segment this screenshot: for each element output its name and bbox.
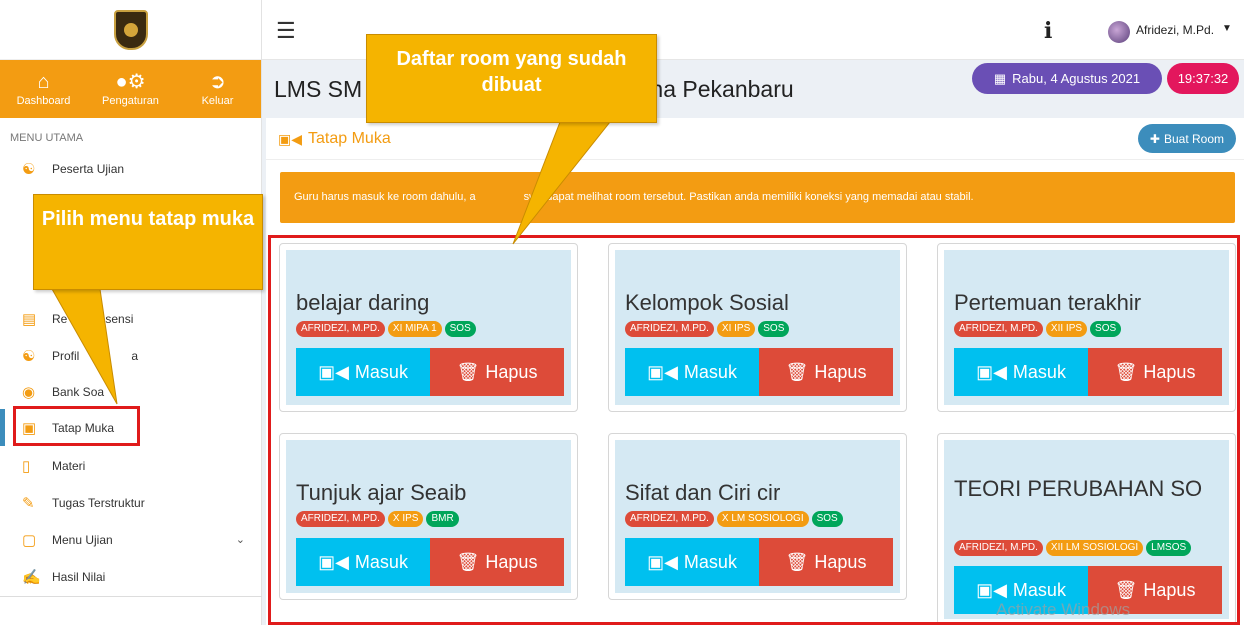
menu-header: MENU UTAMA bbox=[10, 132, 84, 144]
time-badge: 19:37:32 bbox=[1167, 63, 1239, 94]
database-icon: ◉ bbox=[22, 383, 36, 401]
video-camera-icon: ▣◀ bbox=[278, 130, 302, 147]
avatar[interactable] bbox=[1108, 21, 1130, 43]
date-badge: ▦ Rabu, 4 Agustus 2021 bbox=[972, 63, 1162, 94]
sidebar-item-label: Menu Ujian bbox=[52, 532, 113, 547]
dashboard-label: Dashboard bbox=[16, 95, 71, 107]
caret-down-icon[interactable]: ▼ bbox=[1222, 23, 1232, 34]
pengaturan-label: Pengaturan bbox=[102, 95, 159, 107]
signature-icon: ✍ bbox=[22, 568, 41, 586]
quick-nav: ⌂ Dashboard ●⚙ Pengaturan ➲ Keluar bbox=[0, 60, 261, 118]
keluar-label: Keluar bbox=[201, 95, 234, 107]
keluar-button[interactable]: ➲ Keluar bbox=[178, 71, 258, 107]
sidebar-item-materi[interactable]: ▯ Materi bbox=[0, 447, 261, 484]
shield-logo-icon bbox=[113, 9, 148, 50]
plus-icon: ✚ bbox=[1149, 131, 1160, 146]
edit-icon: ✎ bbox=[22, 494, 35, 512]
users-icon: ☯ bbox=[22, 160, 36, 178]
dashboard-button[interactable]: ⌂ Dashboard bbox=[4, 71, 84, 107]
sidebar-item-label: Materi bbox=[52, 458, 86, 473]
callout-daftar-room: Daftar room yang sudah dibuat bbox=[366, 34, 657, 123]
panel-header: ▣◀ Tatap Muka ✚ Buat Room bbox=[266, 118, 1244, 160]
people-icon: ☯ bbox=[22, 347, 36, 365]
sign-out-icon: ➲ bbox=[209, 71, 226, 93]
school-logo[interactable] bbox=[0, 0, 261, 60]
sidebar-item-profil[interactable]: ☯ Profil a bbox=[0, 337, 261, 374]
sidebar-item-peserta-ujian[interactable]: ☯ Peserta Ujian bbox=[0, 150, 261, 187]
buat-room-label: Buat Room bbox=[1163, 131, 1224, 146]
sidebar: ⌂ Dashboard ●⚙ Pengaturan ➲ Keluar MENU … bbox=[0, 0, 262, 625]
sidebar-item-bank-soal[interactable]: ◉ Bank Soa bbox=[0, 373, 261, 410]
tatap-muka-highlight-box bbox=[13, 406, 140, 446]
info-icon[interactable]: i bbox=[1044, 18, 1052, 44]
activate-windows-watermark: Activate Windows bbox=[996, 600, 1131, 619]
user-gear-icon: ●⚙ bbox=[115, 71, 146, 93]
sidebar-item-hasil-nilai[interactable]: ✍ Hasil Nilai bbox=[0, 558, 261, 595]
file-icon: ▯ bbox=[22, 457, 31, 475]
callout-pilih-menu: Pilih menu tatap muka bbox=[33, 194, 263, 290]
sidebar-item-label-tail: sensi bbox=[105, 311, 134, 326]
panel-title-text: Tatap Muka bbox=[308, 130, 391, 147]
page-title-left: LMS SM bbox=[274, 76, 363, 102]
sidebar-item-tugas-terstruktur[interactable]: ✎ Tugas Terstruktur bbox=[0, 484, 261, 521]
notice-text-part1: Guru harus masuk ke room dahulu, a bbox=[294, 191, 476, 203]
date-text: Rabu, 4 Agustus 2021 bbox=[1012, 71, 1141, 86]
buat-room-button[interactable]: ✚ Buat Room bbox=[1137, 124, 1236, 153]
sidebar-item-label: Bank Soa bbox=[52, 384, 105, 399]
sidebar-item-menu-ujian[interactable]: ▢ Menu Ujian ⌄ bbox=[0, 521, 261, 558]
monitor-icon: ▢ bbox=[22, 531, 37, 549]
divider bbox=[0, 596, 262, 597]
sidebar-item-label: Tugas Terstruktur bbox=[52, 495, 145, 510]
sidebar-item-label: Peserta Ujian bbox=[52, 161, 125, 176]
chevron-down-icon: ⌄ bbox=[235, 534, 245, 546]
sidebar-item-label: Profil bbox=[52, 348, 80, 363]
notice-alert: Guru harus masuk ke room dahulu, a swa da… bbox=[280, 172, 1235, 223]
notice-text-part2: swa dapat melihat room tersebut. Pastika… bbox=[523, 191, 974, 203]
calendar-icon: ▤ bbox=[22, 310, 37, 328]
hamburger-menu-icon[interactable]: ☰ bbox=[276, 18, 296, 44]
sidebar-item-label: Hasil Nilai bbox=[52, 569, 106, 584]
calendar-icon: ▦ bbox=[993, 70, 1007, 86]
sidebar-item-rekap-presensi[interactable]: ▤ Re sensi bbox=[0, 300, 261, 337]
panel-title: ▣◀ Tatap Muka bbox=[278, 130, 391, 148]
rooms-highlight-box bbox=[268, 235, 1240, 625]
user-name[interactable]: Afridezi, M.Pd. bbox=[1136, 23, 1214, 37]
sidebar-item-label: Re bbox=[52, 311, 68, 326]
pengaturan-button[interactable]: ●⚙ Pengaturan bbox=[91, 71, 171, 107]
sidebar-item-label-tail: a bbox=[131, 348, 139, 363]
home-icon: ⌂ bbox=[37, 71, 50, 93]
